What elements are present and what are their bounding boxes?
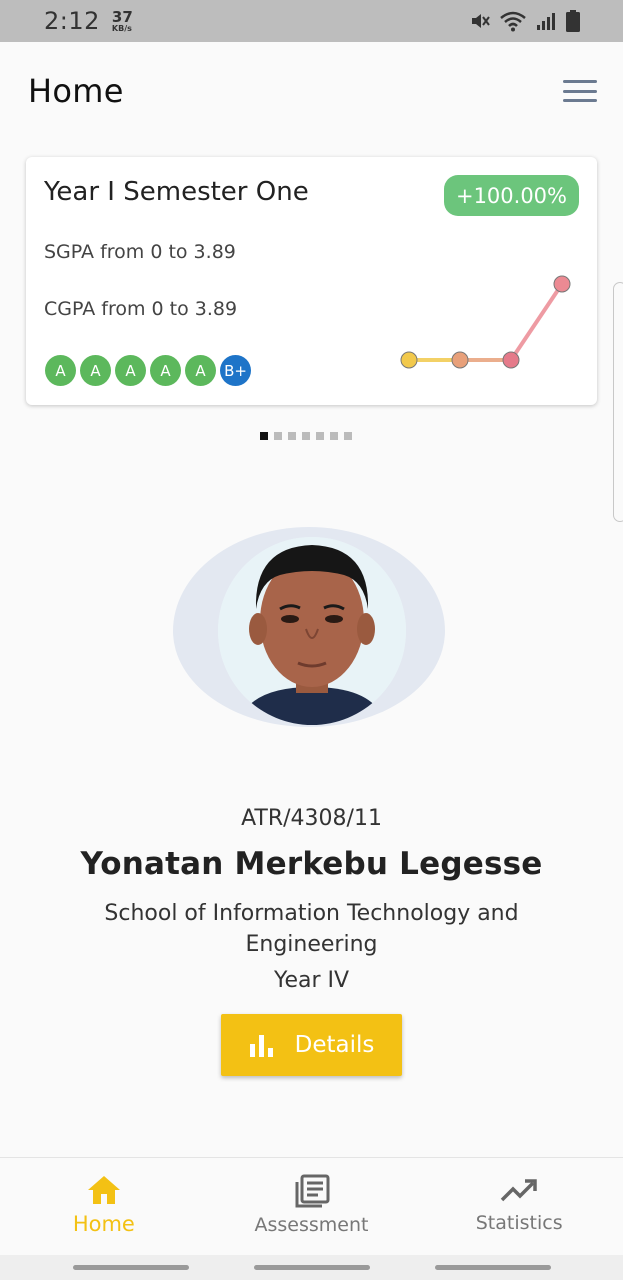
battery-icon xyxy=(566,10,580,32)
trend-segment xyxy=(509,282,564,362)
nav-label-assessment: Assessment xyxy=(254,1214,369,1236)
student-school: School of Information Technology and Eng… xyxy=(104,901,519,957)
pager-dot[interactable] xyxy=(260,432,268,440)
system-nav-bar xyxy=(0,1255,623,1280)
grade-badge: A xyxy=(80,355,111,386)
pager-dot[interactable] xyxy=(330,432,338,440)
network-speed: 37 KB/s xyxy=(111,7,133,33)
bottom-nav: Home Assessment Statistics xyxy=(0,1157,623,1255)
trend-point xyxy=(502,351,520,369)
pager-dot[interactable] xyxy=(288,432,296,440)
nav-item-statistics[interactable]: Statistics xyxy=(415,1158,623,1255)
student-id: ATR/4308/11 xyxy=(241,806,382,831)
student-year: Year IV xyxy=(273,968,350,993)
system-nav-back[interactable] xyxy=(434,1265,551,1270)
grade-badge: A xyxy=(115,355,146,386)
semester-card[interactable]: Year I Semester One +100.00% SGPA from 0… xyxy=(26,157,597,405)
signal-icon xyxy=(537,13,555,30)
details-label: Details xyxy=(294,1032,375,1058)
grade-badge: B+ xyxy=(220,355,251,386)
grade-badge: A xyxy=(185,355,216,386)
nav-item-home[interactable]: Home xyxy=(0,1158,208,1255)
grade-badge: A xyxy=(150,355,181,386)
mute-icon xyxy=(472,14,490,28)
cgpa-range: CGPA from 0 to 3.89 xyxy=(44,298,238,320)
trend-point xyxy=(400,351,418,369)
nav-item-assessment[interactable]: Assessment xyxy=(208,1158,416,1255)
details-button[interactable]: Details xyxy=(221,1014,402,1076)
student-name: Yonatan Merkebu Legesse xyxy=(80,846,543,882)
home-icon xyxy=(87,1176,120,1204)
next-card-edge[interactable] xyxy=(613,282,623,522)
trend-point xyxy=(451,351,469,369)
pager-dot[interactable] xyxy=(344,432,352,440)
status-icons xyxy=(469,9,581,33)
grade-list: A A A A A B+ xyxy=(45,355,251,386)
grade-badge: A xyxy=(45,355,76,386)
menu-line xyxy=(563,99,597,102)
menu-line xyxy=(563,89,597,93)
pager-dot[interactable] xyxy=(274,432,282,440)
nav-label-home: Home xyxy=(72,1212,135,1236)
trending-up-icon xyxy=(500,1179,537,1202)
status-bar: 2:12 37 KB/s xyxy=(0,0,623,42)
system-nav-home[interactable] xyxy=(253,1265,370,1270)
sgpa-range: SGPA from 0 to 3.89 xyxy=(44,241,236,263)
student-photo xyxy=(218,537,406,725)
wifi-icon xyxy=(500,11,526,32)
nav-label-statistics: Statistics xyxy=(475,1212,563,1234)
card-pager xyxy=(260,432,352,440)
newspaper-icon xyxy=(295,1174,329,1208)
avatar xyxy=(218,537,406,725)
pager-dot[interactable] xyxy=(302,432,310,440)
growth-badge: +100.00% xyxy=(443,175,579,216)
hamburger-menu-icon[interactable] xyxy=(563,78,597,104)
pager-dot[interactable] xyxy=(316,432,324,440)
semester-title: Year I Semester One xyxy=(44,177,309,207)
network-speed-unit: KB/s xyxy=(111,23,132,33)
status-time: 2:12 xyxy=(44,7,100,35)
system-nav-recent[interactable] xyxy=(72,1265,189,1270)
trend-point xyxy=(553,275,571,293)
menu-line xyxy=(563,80,597,83)
bar-chart-icon xyxy=(249,1035,273,1057)
page-title: Home xyxy=(28,72,124,110)
network-speed-value: 37 xyxy=(111,7,133,26)
app-bar: Home xyxy=(0,42,623,140)
gpa-trend-sparkline xyxy=(400,275,571,369)
